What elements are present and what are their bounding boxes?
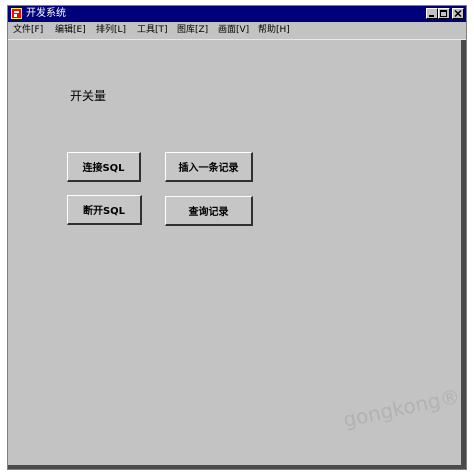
- title-bar[interactable]: 开发系统: [8, 6, 466, 22]
- disconnect-sql-button[interactable]: 断开SQL: [67, 195, 142, 225]
- maximize-button[interactable]: [438, 8, 450, 19]
- menu-arrange[interactable]: 排列[L]: [96, 22, 126, 39]
- menu-bar: 文件[F] 编辑[E] 排列[L] 工具[T] 图库[Z] 画面[V] 帮助[H…: [8, 22, 466, 40]
- menu-view[interactable]: 画面[V]: [218, 22, 249, 39]
- window-title: 开发系统: [26, 8, 66, 19]
- menu-gallery[interactable]: 图库[Z]: [177, 22, 208, 39]
- insert-record-button[interactable]: 插入一条记录: [165, 152, 253, 182]
- menu-edit[interactable]: 编辑[E]: [55, 22, 86, 39]
- connect-sql-button[interactable]: 连接SQL: [67, 152, 141, 182]
- query-records-button[interactable]: 查询记录: [165, 196, 253, 226]
- menu-file[interactable]: 文件[F]: [13, 22, 43, 39]
- minimize-button[interactable]: [426, 8, 438, 19]
- close-button[interactable]: [452, 8, 464, 19]
- menu-help[interactable]: 帮助[H]: [258, 22, 290, 39]
- app-icon: [11, 8, 22, 19]
- menu-tools[interactable]: 工具[T]: [137, 22, 168, 39]
- window-bottom-border: [8, 465, 466, 469]
- switch-label: 开关量: [70, 89, 107, 103]
